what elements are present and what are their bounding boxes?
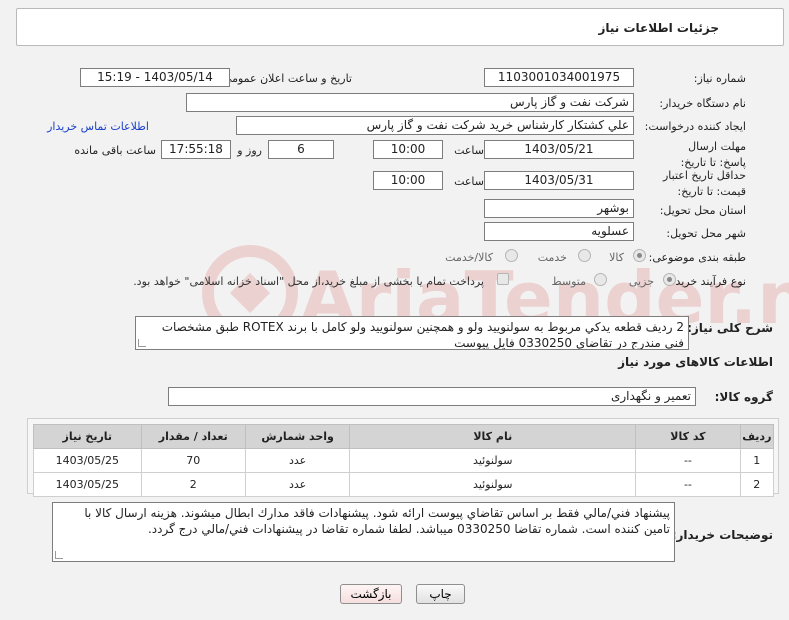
province-label: استان محل تحویل: xyxy=(659,204,746,217)
price-validity-date-field: 1403/05/31 xyxy=(484,171,634,190)
page-title: جزئیات اطلاعات نیاز xyxy=(598,21,719,35)
cell-name: سولنوئید xyxy=(349,448,637,473)
reply-time-field: 10:00 xyxy=(373,140,443,159)
col-name: نام کالا xyxy=(349,424,637,449)
requester-field: علي كشتكار كارشناس خريد شركت نفت و گاز پ… xyxy=(236,116,634,135)
goods-group-label: گروه کالا: xyxy=(714,390,773,404)
description-field: 2 رديف قطعه يدكي مربوط به سولنوييد ولو و… xyxy=(135,316,689,350)
cell-qty: 70 xyxy=(140,448,246,473)
cell-row: 2 xyxy=(739,472,775,497)
purchase-radio-medium[interactable] xyxy=(594,273,607,286)
province-field: بوشهر xyxy=(484,199,634,218)
resize-grip[interactable] xyxy=(138,339,146,347)
cell-name: سولنوئید xyxy=(349,472,637,497)
need-number-label: شماره نیاز: xyxy=(693,72,746,85)
cell-code: -- xyxy=(635,448,741,473)
table-row: 1 -- سولنوئید عدد 70 1403/05/25 xyxy=(33,448,775,473)
price-validity-label: حداقل تاریخ اعتبار قیمت: تا تاریخ: xyxy=(662,169,746,198)
city-field: عسلویه xyxy=(484,222,634,241)
buyer-notes-text: پيشنهاد فني/مالي فقط بر اساس تقاضاي پيوس… xyxy=(84,506,670,536)
announce-field: 1403/05/14 - 15:19 xyxy=(80,68,230,87)
cell-code: -- xyxy=(635,472,741,497)
price-validity-time-field: 10:00 xyxy=(373,171,443,190)
goods-info-title: اطلاعات کالاهای مورد نیاز xyxy=(618,355,773,369)
cell-unit: عدد xyxy=(244,472,351,497)
items-table: ردیف کد کالا نام کالا واحد شمارش تعداد /… xyxy=(33,424,775,497)
category-label: طبقه بندی موضوعی: xyxy=(648,251,746,264)
cell-row: 1 xyxy=(739,448,775,473)
reply-days-label: روز و xyxy=(237,144,262,157)
col-qty: تعداد / مقدار xyxy=(140,424,246,449)
header-panel: جزئیات اطلاعات نیاز xyxy=(16,8,784,46)
purchase-option-minor: جزیی xyxy=(628,275,654,288)
col-row: ردیف xyxy=(739,424,775,449)
treasury-payment-checkbox[interactable] xyxy=(497,273,509,285)
col-code: کد کالا xyxy=(635,424,741,449)
print-button[interactable]: چاپ xyxy=(416,584,465,604)
requester-label: ایجاد کننده درخواست: xyxy=(644,120,746,133)
table-row: 2 -- سولنوئید عدد 2 1403/05/25 xyxy=(33,472,775,497)
purchase-radio-minor[interactable] xyxy=(663,273,676,286)
remaining-time-label: ساعت باقی مانده xyxy=(74,144,156,157)
purchase-option-medium: متوسط xyxy=(551,275,586,288)
cell-date: 1403/05/25 xyxy=(33,472,142,497)
items-table-header: ردیف کد کالا نام کالا واحد شمارش تعداد /… xyxy=(33,424,775,449)
treasury-payment-note: پرداخت تمام یا بخشی از مبلغ خرید،از محل … xyxy=(133,275,484,288)
category-option-service: خدمت xyxy=(537,251,567,264)
announce-label: تاریخ و ساعت اعلان عمومی: xyxy=(219,72,352,85)
category-option-goods-service: کالا/خدمت xyxy=(445,251,493,264)
category-radio-goods[interactable] xyxy=(633,249,646,262)
cell-date: 1403/05/25 xyxy=(33,448,142,473)
reply-time-label: ساعت xyxy=(454,144,484,157)
col-unit: واحد شمارش xyxy=(244,424,351,449)
description-text: 2 رديف قطعه يدكي مربوط به سولنوييد ولو و… xyxy=(161,320,684,350)
resize-grip[interactable] xyxy=(55,551,63,559)
need-number-field: 1103001034001975 xyxy=(484,68,634,87)
buyer-notes-label: توضیحات خریدار: xyxy=(671,528,773,542)
category-option-goods: کالا xyxy=(609,251,624,264)
cell-unit: عدد xyxy=(244,448,351,473)
buyer-label: نام دستگاه خریدار: xyxy=(659,97,746,110)
remaining-time-field: 17:55:18 xyxy=(161,140,231,159)
reply-days-field: 6 xyxy=(268,140,334,159)
city-label: شهر محل تحویل: xyxy=(666,227,746,240)
cell-qty: 2 xyxy=(140,472,246,497)
purchase-type-label: نوع فرآیند خرید : xyxy=(668,275,746,288)
reply-deadline-label: مهلت ارسال پاسخ: تا تاریخ: xyxy=(680,140,746,169)
goods-group-field: تعمیر و نگهداری xyxy=(168,387,696,406)
buyer-field: شرکت نفت و گاز پارس xyxy=(186,93,634,112)
reply-date-field: 1403/05/21 xyxy=(484,140,634,159)
price-validity-time-label: ساعت xyxy=(454,175,484,188)
description-label: شرح کلی نیاز: xyxy=(687,321,773,335)
buyer-contact-link[interactable]: اطلاعات تماس خریدار xyxy=(47,120,149,133)
col-date: تاریخ نیاز xyxy=(33,424,142,449)
category-radio-goods-service[interactable] xyxy=(505,249,518,262)
category-radio-service[interactable] xyxy=(578,249,591,262)
buyer-notes-field: پيشنهاد فني/مالي فقط بر اساس تقاضاي پيوس… xyxy=(52,502,675,562)
back-button[interactable]: بازگشت xyxy=(340,584,402,604)
